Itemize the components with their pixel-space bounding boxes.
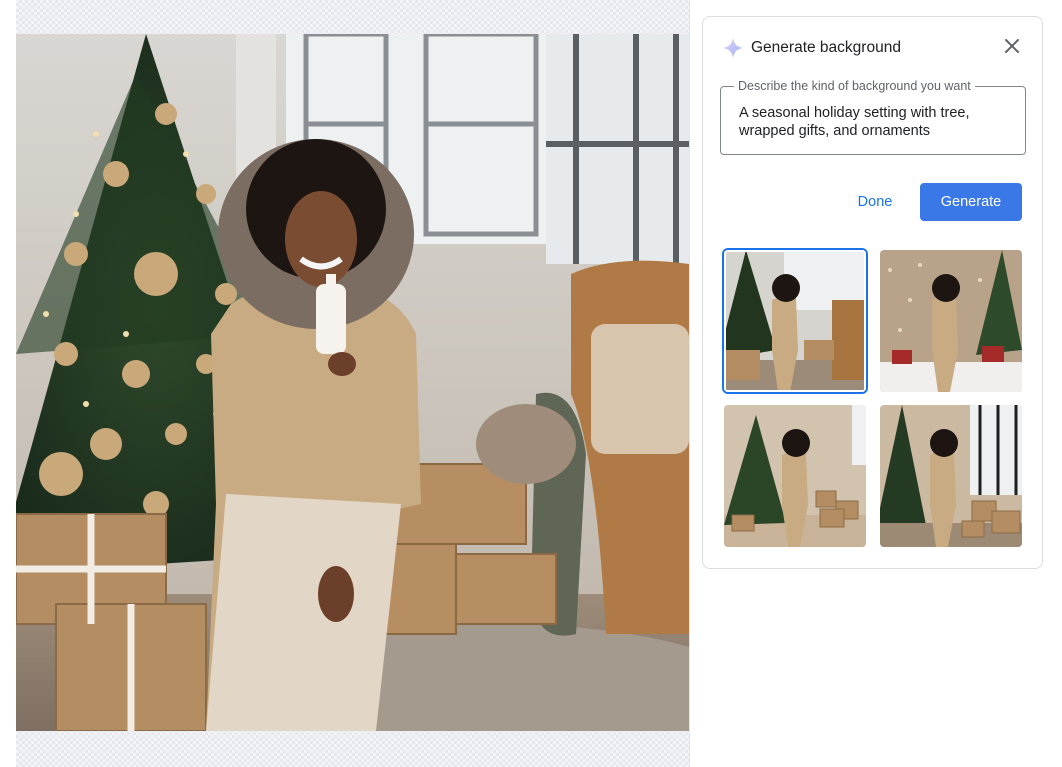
sparkle-icon: [723, 38, 743, 58]
prompt-label: Describe the kind of background you want: [734, 79, 975, 93]
thumbnail-option-2[interactable]: [880, 250, 1022, 392]
thumbnail-option-4[interactable]: [880, 405, 1022, 547]
panel-header: Generate background: [723, 37, 901, 59]
prompt-input[interactable]: A seasonal holiday setting with tree, wr…: [739, 104, 1009, 140]
thumbnail-option-3[interactable]: [724, 405, 866, 547]
done-button[interactable]: Done: [843, 183, 907, 221]
main-preview-image: [16, 34, 689, 731]
close-icon: [1004, 38, 1020, 59]
generate-background-panel: Generate background Describe the kind of…: [702, 16, 1043, 569]
background-prompt-field[interactable]: Describe the kind of background you want…: [720, 79, 1026, 155]
divider: [689, 0, 690, 767]
panel-title: Generate background: [751, 39, 901, 56]
thumbnail-option-1[interactable]: [724, 250, 866, 392]
generate-button[interactable]: Generate: [920, 183, 1022, 221]
close-button[interactable]: [1000, 36, 1024, 60]
